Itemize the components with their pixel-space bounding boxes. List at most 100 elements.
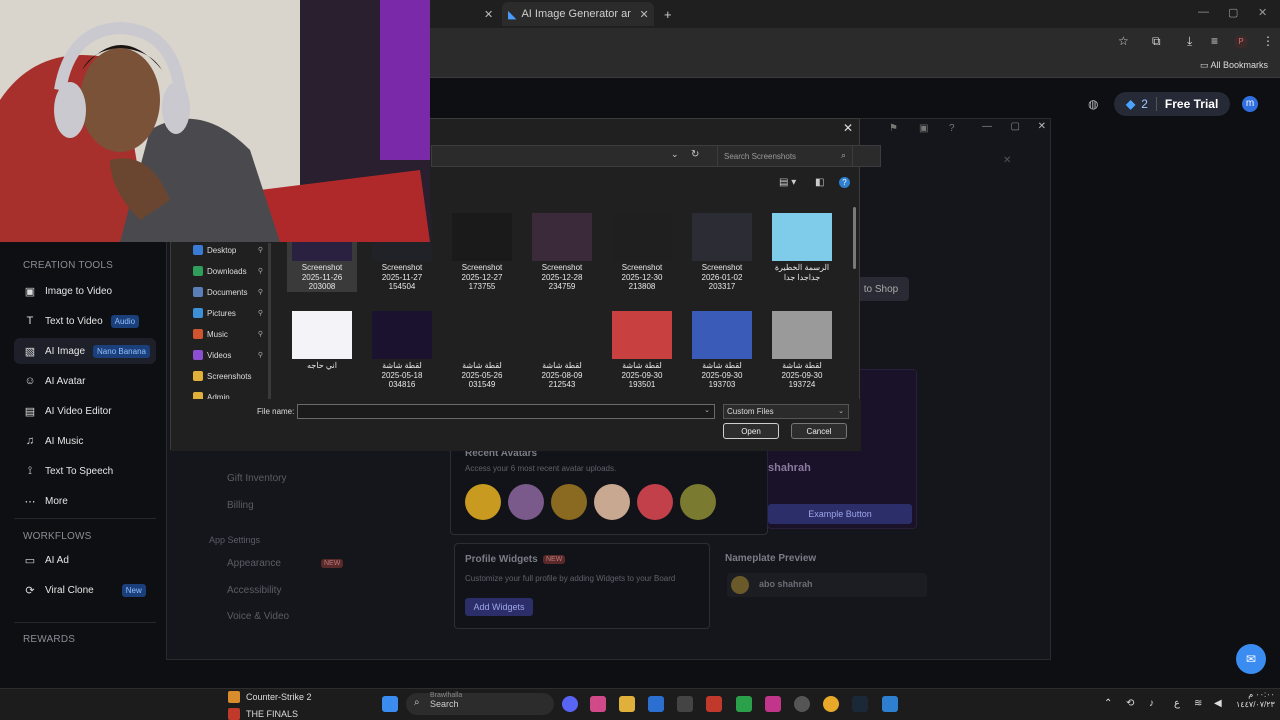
mic-icon[interactable]: ♪ [1149, 698, 1154, 709]
minimize-icon[interactable]: — [1198, 6, 1209, 18]
new-tab-button[interactable]: + [664, 2, 680, 26]
sidebar-item[interactable]: ⟟ Text To Speech [14, 458, 156, 484]
file-item[interactable]: لقطة شاشة 2025-09-30 193724 [767, 311, 837, 390]
workflow-item[interactable]: ▭ AI Ad [14, 547, 156, 573]
file-item[interactable]: لقطة شاشة 2025-05-26 031549 [447, 311, 517, 390]
close-window-icon[interactable]: ✕ [1258, 6, 1267, 19]
settings-item[interactable]: Gift Inventory [227, 473, 286, 484]
close-dialog-icon[interactable]: ✕ [843, 121, 853, 135]
file-item[interactable]: Screenshot 2026-01-02 203317 [687, 213, 757, 292]
avatar-thumb[interactable] [551, 484, 587, 520]
dialog-search-input[interactable]: Search Screenshots ⌕ [717, 145, 853, 167]
cancel-button[interactable]: Cancel [791, 423, 847, 439]
avatar-thumb[interactable] [465, 484, 501, 520]
sidebar-item[interactable]: ▤ AI Video Editor [14, 398, 156, 424]
dialog-nav-item[interactable]: Desktop ⚲ [193, 241, 269, 259]
file-item[interactable]: اني حاجه [287, 311, 357, 371]
steam-icon[interactable] [852, 696, 868, 712]
avatar-thumb[interactable] [680, 484, 716, 520]
wifi-icon[interactable]: ≋ [1194, 698, 1202, 709]
menu-icon[interactable]: ⋮ [1262, 34, 1274, 48]
windows-start-icon[interactable] [382, 696, 398, 712]
open-button[interactable]: Open [723, 423, 779, 439]
chevron-down-icon[interactable]: ⌄ [671, 149, 679, 160]
taskbar-clock[interactable]: ٠٠:٠٠ م ١٤٤٧/٠٧/٢٣ [1236, 690, 1275, 711]
sidebar-item[interactable]: ▧ AI Image Nano Banana [14, 338, 156, 364]
dialog-nav-item[interactable]: Documents ⚲ [193, 283, 269, 301]
chrome-icon[interactable] [823, 696, 839, 712]
taskbar-app[interactable]: Counter-Strike 2 [228, 691, 312, 703]
sidebar-item[interactable]: ♫ AI Music [14, 428, 156, 454]
chat-support-button[interactable]: ✉ [1236, 644, 1266, 674]
refresh-icon[interactable]: ↻ [691, 149, 699, 160]
app-icon[interactable] [590, 696, 606, 712]
sidebar-item[interactable]: ⋯ More [14, 488, 156, 514]
free-trial-button[interactable]: ◆ 2 Free Trial [1114, 92, 1230, 116]
close-window-icon[interactable]: ✕ [1038, 121, 1046, 132]
sidebar-item[interactable]: ▣ Image to Video [14, 278, 156, 304]
dialog-nav-item[interactable]: Videos ⚲ [193, 346, 269, 364]
minimize-icon[interactable]: — [982, 121, 992, 132]
flag-icon[interactable]: ⚑ [889, 123, 898, 134]
help-icon[interactable]: ? [839, 177, 850, 188]
all-bookmarks-link[interactable]: ▭ All Bookmarks [1200, 60, 1268, 71]
sync-icon[interactable]: ⟲ [1126, 698, 1134, 709]
dialog-nav-item[interactable]: Music ⚲ [193, 325, 269, 343]
file-item[interactable]: لقطة شاشة 2025-09-30 193703 [687, 311, 757, 390]
file-item[interactable]: الرسمة الخطيرة جداجدا جدا [767, 213, 837, 282]
view-options-icon[interactable]: ▤ ▾ [779, 177, 796, 188]
file-item[interactable]: لقطة شاشة 2025-09-30 193501 [607, 311, 677, 390]
add-widgets-button[interactable]: Add Widgets [465, 598, 533, 616]
instagram-icon[interactable] [765, 696, 781, 712]
settings-item[interactable]: Accessibility [227, 585, 281, 596]
taskbar-search[interactable]: ⌕ Search Brawlhalla [406, 692, 554, 715]
close-settings-icon[interactable]: ✕ [1003, 155, 1011, 166]
taskbar-app[interactable]: THE FINALS [228, 708, 298, 720]
download-icon[interactable]: ⤓ [1187, 34, 1192, 49]
shop-button[interactable]: to Shop [853, 277, 909, 301]
netflix-icon[interactable] [706, 696, 722, 712]
preview-pane-icon[interactable]: ◧ [815, 177, 824, 188]
language-icon[interactable]: ع [1174, 698, 1180, 709]
dialog-nav-item[interactable]: Screenshots [193, 367, 269, 385]
help-icon[interactable]: ? [949, 123, 955, 134]
star-icon[interactable]: ☆ [1118, 34, 1129, 48]
file-grid-scrollbar[interactable] [853, 207, 856, 269]
maximize-icon[interactable]: ▢ [1228, 6, 1238, 19]
reading-list-icon[interactable]: ≡ [1211, 34, 1218, 48]
close-tab-icon[interactable]: ✕ [639, 8, 648, 21]
example-button[interactable]: Example Button [768, 504, 912, 524]
browser-tab-prev[interactable]: ✕ [430, 2, 496, 26]
file-item[interactable]: Screenshot 2025-12-30 213808 [607, 213, 677, 292]
extensions-icon[interactable]: ⧉ [1152, 34, 1161, 49]
app-icon[interactable] [882, 696, 898, 712]
app-icon[interactable] [677, 696, 693, 712]
chevron-down-icon[interactable]: ⌄ [704, 406, 710, 414]
volume-icon[interactable]: ◀ [1214, 698, 1222, 709]
file-item[interactable]: Screenshot 2025-12-27 173755 [447, 213, 517, 292]
dialog-nav-item[interactable]: Pictures ⚲ [193, 304, 269, 322]
file-item[interactable]: لقطة شاشة 2025-05-18 034816 [367, 311, 437, 390]
browser-tab-active[interactable]: ◣ AI Image Generator and Editor ✕ [502, 2, 654, 26]
sidebar-item[interactable]: ☺ AI Avatar [14, 368, 156, 394]
workflow-item[interactable]: ⟳ Viral Clone New [14, 577, 156, 603]
file-item[interactable]: لقطة شاشة 2025-08-09 212543 [527, 311, 597, 390]
store-icon[interactable] [648, 696, 664, 712]
tray-chevron-icon[interactable]: ⌃ [1104, 698, 1112, 709]
avatar-thumb[interactable] [508, 484, 544, 520]
file-name-input[interactable]: ⌄ [297, 404, 715, 419]
avatar-thumb[interactable] [594, 484, 630, 520]
file-explorer-icon[interactable] [619, 696, 635, 712]
file-item[interactable]: Screenshot 2025-12-28 234759 [527, 213, 597, 292]
inbox-icon[interactable]: ▣ [919, 123, 928, 134]
file-type-select[interactable]: Custom Files ⌄ [723, 404, 849, 419]
close-tab-icon[interactable]: ✕ [484, 8, 493, 21]
nav-scrollbar[interactable] [268, 243, 271, 399]
xbox-icon[interactable] [736, 696, 752, 712]
user-avatar[interactable]: m [1242, 96, 1258, 112]
settings-item[interactable]: Billing [227, 500, 254, 511]
globe-icon[interactable]: ◍ [1088, 97, 1098, 111]
settings-item[interactable]: Voice & Video [227, 611, 289, 622]
settings-item[interactable]: Appearance [227, 558, 281, 569]
dialog-nav-item[interactable]: Downloads ⚲ [193, 262, 269, 280]
